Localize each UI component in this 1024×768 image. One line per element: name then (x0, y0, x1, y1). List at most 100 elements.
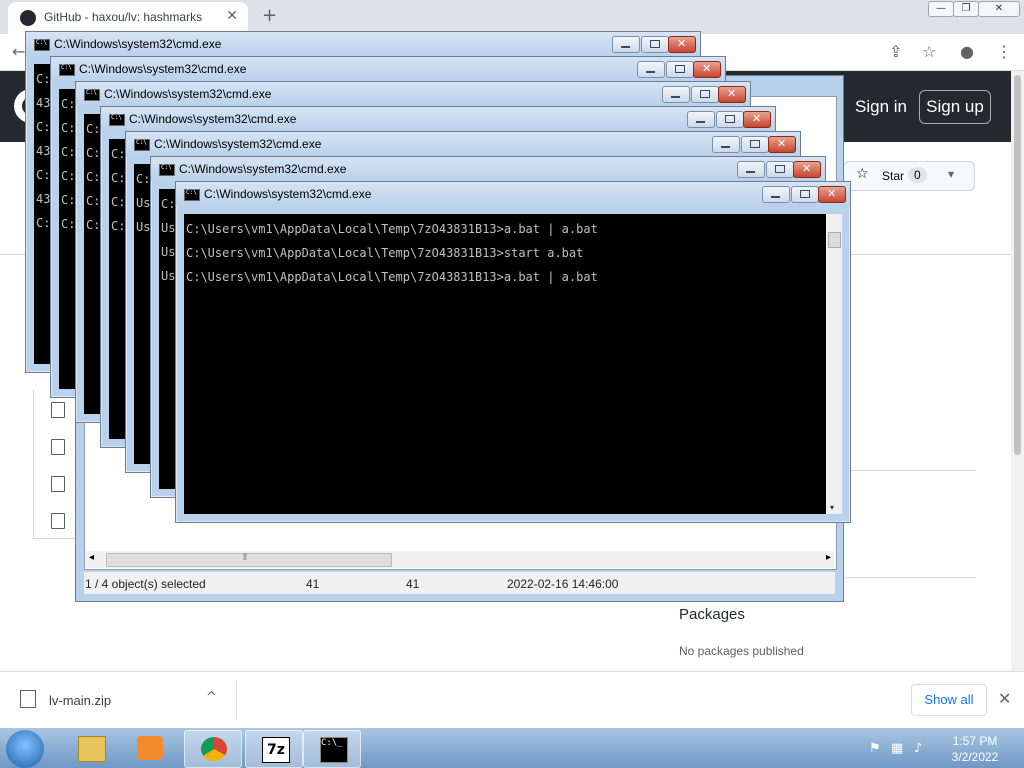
cmd-close-button[interactable] (718, 86, 746, 103)
download-file-name[interactable]: lv-main.zip (49, 693, 111, 708)
taskbar-explorer-button[interactable] (62, 730, 118, 766)
file-icon[interactable] (51, 513, 65, 529)
file-icon[interactable] (51, 476, 65, 492)
console-line: Us (161, 269, 176, 283)
cmd-app-icon (84, 89, 100, 101)
show-all-button[interactable]: Show all (911, 684, 987, 716)
cmd-icon: C:\_ (320, 737, 348, 763)
cmd-console-output[interactable]: C:\Users\vm1\AppData\Local\Temp\7zO43831… (184, 214, 826, 514)
status-selection: 1 / 4 object(s) selected (85, 577, 206, 591)
console-line: Us (161, 221, 176, 235)
console-line: 43 (36, 96, 51, 110)
taskbar-7zip-button[interactable]: 7z (245, 730, 303, 768)
console-line: C: (111, 195, 126, 209)
page-scrollbar[interactable] (1011, 71, 1024, 671)
divider (236, 680, 237, 720)
cmd-minimize-button[interactable] (637, 61, 665, 78)
cmd-maximize-button[interactable] (791, 186, 819, 203)
minimize-button[interactable]: — (928, 1, 954, 17)
cmd-title-bar[interactable]: C:\Windows\system32\cmd.exe (126, 132, 800, 156)
new-tab-button[interactable]: + (262, 5, 277, 26)
console-line: C: (36, 72, 51, 86)
scroll-right-icon[interactable]: ▸ (826, 552, 831, 563)
cmd-minimize-button[interactable] (662, 86, 690, 103)
cmd-title-bar[interactable]: C:\Windows\system32\cmd.exe (176, 182, 850, 206)
cmd-close-button[interactable] (693, 61, 721, 78)
cmd-minimize-button[interactable] (762, 186, 790, 203)
cmd-close-button[interactable] (818, 186, 846, 203)
cmd-title-bar[interactable]: C:\Windows\system32\cmd.exe (76, 82, 750, 106)
share-icon[interactable]: ⇪ (889, 42, 902, 61)
divider (843, 470, 976, 471)
file-icon[interactable] (51, 439, 65, 455)
cmd-app-icon (184, 189, 200, 201)
star-count: 0 (908, 167, 927, 183)
taskbar-media-player-button[interactable] (121, 730, 177, 766)
taskbar-chrome-button[interactable] (184, 730, 242, 768)
browser-menu-icon[interactable]: ⋮ (996, 42, 1012, 61)
system-clock[interactable]: 1:57 PM 3/2/2022 (944, 733, 1006, 765)
cmd-minimize-button[interactable] (737, 161, 765, 178)
sign-up-button[interactable]: Sign up (919, 90, 991, 124)
file-icon[interactable] (51, 402, 65, 418)
cmd-close-button[interactable] (668, 36, 696, 53)
packages-heading: Packages (679, 606, 745, 623)
scroll-left-icon[interactable]: ◂ (89, 552, 94, 563)
cmd-maximize-button[interactable] (766, 161, 794, 178)
profile-icon[interactable]: ● (960, 42, 974, 61)
divider (843, 577, 976, 578)
volume-icon[interactable]: ♪ (914, 741, 922, 756)
status-modified: 2022-02-16 14:46:00 (507, 577, 619, 591)
console-line: C: (86, 218, 101, 232)
browser-tab[interactable]: GitHub - haxou/lv: hashmarks ✕ (8, 2, 248, 34)
7zip-status-bar: 1 / 4 object(s) selected 41 41 2022-02-1… (84, 572, 835, 594)
clock-date: 3/2/2022 (951, 750, 999, 764)
console-line: C: (111, 219, 126, 233)
sign-in-link[interactable]: Sign in (855, 97, 907, 117)
maximize-button[interactable]: ❐ (953, 1, 979, 17)
cmd-title-bar[interactable]: C:\Windows\system32\cmd.exe (151, 157, 825, 181)
cmd-maximize-button[interactable] (716, 111, 744, 128)
cmd-close-button[interactable] (768, 136, 796, 153)
cmd-close-button[interactable] (743, 111, 771, 128)
console-line: Us (136, 196, 151, 210)
cmd-minimize-button[interactable] (687, 111, 715, 128)
cmd-close-button[interactable] (793, 161, 821, 178)
cmd-minimize-button[interactable] (712, 136, 740, 153)
cmd-window-title: C:\Windows\system32\cmd.exe (179, 162, 347, 176)
cmd-maximize-button[interactable] (666, 61, 694, 78)
zip-file-icon (20, 690, 36, 708)
cmd-app-icon (159, 164, 175, 176)
cmd-minimize-button[interactable] (612, 36, 640, 53)
status-size: 41 (306, 577, 320, 591)
cmd-maximize-button[interactable] (741, 136, 769, 153)
scrollbar-thumb[interactable]: ⦀ (106, 553, 392, 567)
start-button[interactable] (6, 730, 44, 768)
taskbar-cmd-button[interactable]: C:\_ (303, 730, 361, 768)
scrollbar-thumb[interactable] (1014, 75, 1021, 455)
action-center-flag-icon[interactable]: ⚑ (869, 741, 881, 756)
cmd-window[interactable]: C:\Windows\system32\cmd.exe C:\Users\vm1\… (175, 181, 851, 523)
close-window-button[interactable]: ✕ (978, 1, 1020, 17)
scroll-down-icon[interactable]: ▾ (830, 503, 834, 512)
back-icon[interactable]: ← (12, 42, 25, 61)
bookmark-star-icon[interactable]: ☆ (922, 42, 936, 61)
console-line: C:\Users\vm1\AppData\Local\Temp\7zO43831… (186, 270, 598, 284)
scrollbar-thumb[interactable] (828, 232, 841, 248)
close-downloads-icon[interactable]: ✕ (998, 689, 1011, 708)
cmd-title-bar[interactable]: C:\Windows\system32\cmd.exe (51, 57, 725, 81)
cmd-title-bar[interactable]: C:\Windows\system32\cmd.exe (26, 32, 700, 56)
cmd-scrollbar[interactable]: ▾ (826, 214, 842, 514)
download-options-chevron-icon[interactable]: ^ (206, 690, 217, 705)
tab-close-icon[interactable]: ✕ (226, 8, 238, 24)
network-icon[interactable]: ▦ (891, 741, 903, 756)
packages-empty-text: No packages published (679, 644, 804, 658)
star-button[interactable]: ☆ Star 0 ▾ (843, 161, 975, 191)
star-dropdown-icon[interactable]: ▾ (948, 167, 954, 181)
cmd-title-bar[interactable]: C:\Windows\system32\cmd.exe (101, 107, 775, 131)
cmd-maximize-button[interactable] (641, 36, 669, 53)
console-line: C: (61, 121, 76, 135)
horizontal-scrollbar[interactable]: ◂ ⦀ ▸ (86, 551, 834, 568)
cmd-maximize-button[interactable] (691, 86, 719, 103)
cmd-window-title: C:\Windows\system32\cmd.exe (154, 137, 322, 151)
